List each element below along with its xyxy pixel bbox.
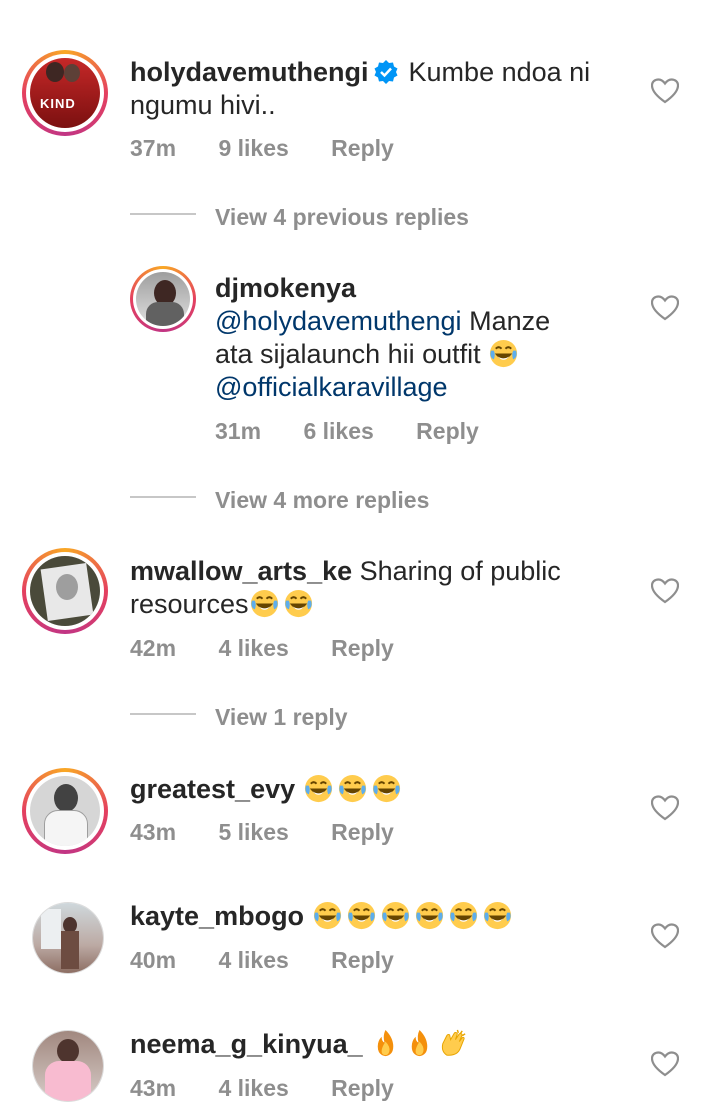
comment-time: 31m [215,418,262,444]
face-with-tears-of-joy-emoji [303,773,334,804]
username[interactable]: kayte_mbogo [130,901,304,931]
mention-link[interactable]: @holydavemuthengi [215,306,462,336]
comment-text-line2: resources [130,589,249,619]
likes-count[interactable]: 9 likes [218,135,288,161]
face-with-tears-of-joy-emoji [482,900,513,931]
face-with-tears-of-joy-emoji [283,588,314,619]
reply-button[interactable]: Reply [416,418,479,444]
comment-meta: 31m 6 likes Reply [215,418,515,445]
view-one-reply-button[interactable]: View 1 reply [215,704,348,731]
likes-count[interactable]: 4 likes [218,1075,288,1101]
likes-count[interactable]: 5 likes [218,819,288,845]
avatar[interactable] [22,548,108,634]
username[interactable]: holydavemuthengi [130,57,369,87]
comment-text-line1: Sharing of public [359,556,561,586]
comment-body: djmokenya @holydavemuthengi Manze ata si… [215,272,635,404]
comment-body: kayte_mbogo [130,900,650,933]
heart-icon[interactable] [651,923,679,949]
reply-button[interactable]: Reply [331,635,394,661]
clapping-hands-emoji [438,1028,469,1059]
comment-text-line1: Kumbe ndoa ni [408,57,591,87]
verified-badge-icon [374,60,398,84]
comment-text-part: Manze [469,306,551,336]
heart-icon[interactable] [651,578,679,604]
comment-body: mwallow_arts_ke Sharing of public resour… [130,555,650,621]
comment-text-line2: ngumu hivi.. [130,90,276,120]
face-with-tears-of-joy-emoji [312,900,343,931]
avatar[interactable] [22,768,108,854]
heart-icon[interactable] [651,795,679,821]
comment-body: holydavemuthengi Kumbe ndoa ni ngumu hivi… [130,56,650,122]
comment-body: greatest_evy [130,773,650,806]
comment-meta: 43m 4 likes Reply [130,1075,430,1102]
comment-meta: 42m 4 likes Reply [130,635,430,662]
avatar[interactable] [130,266,196,332]
heart-icon[interactable] [651,78,679,104]
comment-time: 40m [130,947,177,973]
comment-time: 43m [130,1075,177,1101]
comment-text-line2: ata sijalaunch hii outfit [215,339,481,369]
comment-time: 42m [130,635,177,661]
likes-count[interactable]: 4 likes [218,635,288,661]
mention-link[interactable]: @officialkaravillage [215,372,448,402]
fire-emoji [370,1028,401,1059]
avatar-logo-text: KIND [40,96,76,111]
face-with-tears-of-joy-emoji [448,900,479,931]
face-with-tears-of-joy-emoji [414,900,445,931]
fire-emoji [404,1028,435,1059]
replies-divider [130,496,196,498]
face-with-tears-of-joy-emoji [346,900,377,931]
face-with-tears-of-joy-emoji [249,588,280,619]
view-more-replies-button[interactable]: View 4 more replies [215,487,429,514]
face-with-tears-of-joy-emoji [337,773,368,804]
face-with-tears-of-joy-emoji [380,900,411,931]
comment-meta: 40m 4 likes Reply [130,947,430,974]
username[interactable]: mwallow_arts_ke [130,556,352,586]
heart-icon[interactable] [651,1051,679,1077]
replies-divider [130,713,196,715]
username[interactable]: neema_g_kinyua_ [130,1029,363,1059]
reply-button[interactable]: Reply [331,947,394,973]
avatar[interactable]: KIND [22,50,108,136]
comment-body: neema_g_kinyua_ [130,1028,650,1061]
likes-count[interactable]: 6 likes [303,418,373,444]
replies-divider [130,213,196,215]
avatar[interactable] [32,1030,104,1102]
comment-meta: 43m 5 likes Reply [130,819,430,846]
comment-meta: 37m 9 likes Reply [130,135,430,162]
view-previous-replies-button[interactable]: View 4 previous replies [215,204,469,231]
comment-time: 37m [130,135,177,161]
face-with-tears-of-joy-emoji [371,773,402,804]
username[interactable]: djmokenya [215,273,356,303]
reply-button[interactable]: Reply [331,1075,394,1101]
likes-count[interactable]: 4 likes [218,947,288,973]
reply-button[interactable]: Reply [331,819,394,845]
avatar[interactable] [32,902,104,974]
heart-icon[interactable] [651,295,679,321]
face-with-tears-of-joy-emoji [488,338,519,369]
reply-button[interactable]: Reply [331,135,394,161]
username[interactable]: greatest_evy [130,774,295,804]
comment-time: 43m [130,819,177,845]
